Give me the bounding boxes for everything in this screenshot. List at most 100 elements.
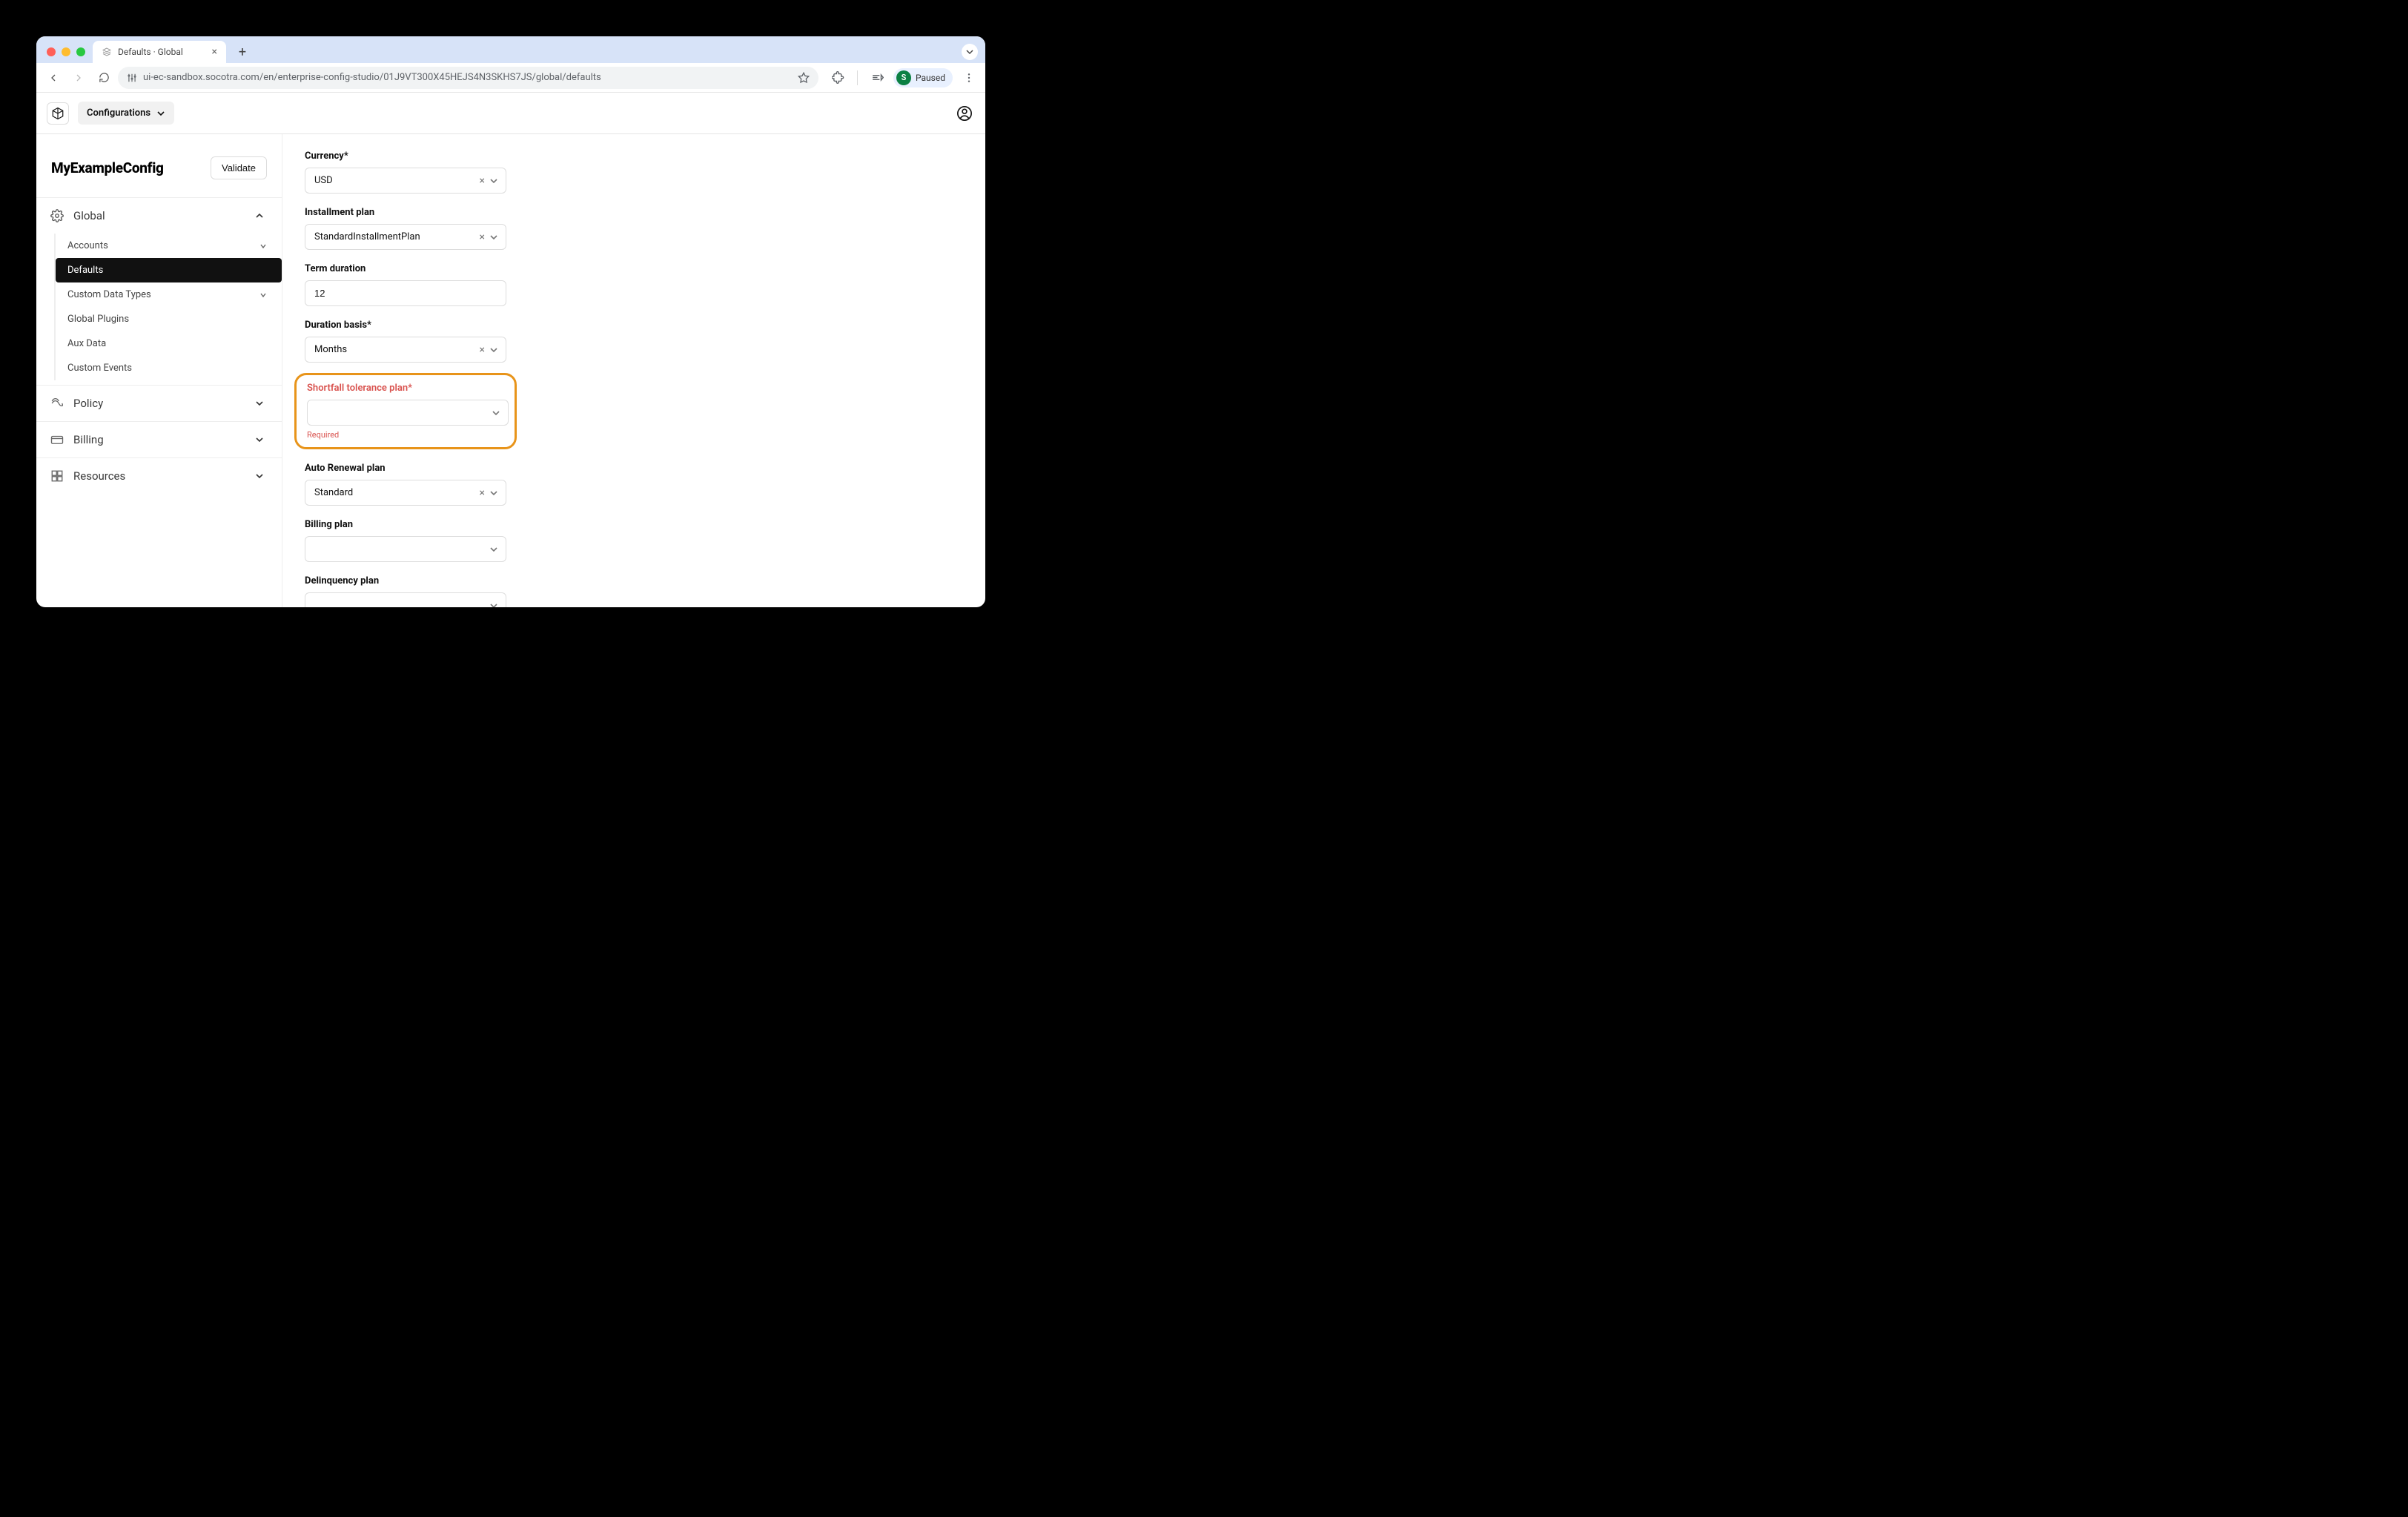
tabs-dropdown-icon[interactable] (962, 44, 978, 60)
global-label: Global (73, 209, 246, 222)
toolbar-right: S Paused (821, 67, 979, 88)
sidebar-header: MyExampleConfig Validate (36, 134, 282, 197)
sidebar-item-defaults[interactable]: Defaults (56, 258, 282, 282)
policy-icon (50, 396, 64, 411)
field-billing-plan: Billing plan (305, 519, 963, 562)
back-button[interactable] (42, 67, 64, 89)
maximize-window-icon[interactable] (76, 47, 85, 56)
sidebar-head-policy[interactable]: Policy (36, 386, 282, 421)
term-input[interactable] (314, 288, 500, 299)
sidebar: MyExampleConfig Validate Global (36, 134, 282, 607)
profile-label: Paused (916, 73, 945, 83)
chevron-down-icon (259, 242, 267, 250)
policy-label: Policy (73, 397, 246, 410)
shortfall-error: Required (307, 430, 504, 440)
browser-window: Defaults · Global × + ui-ec-sandb (36, 36, 985, 607)
billing-plan-select[interactable] (305, 536, 506, 562)
field-shortfall-highlight: Shortfall tolerance plan* Required (294, 373, 517, 449)
resources-icon (50, 469, 64, 483)
delinquency-label: Delinquency plan (305, 575, 963, 586)
divider (857, 70, 858, 85)
chevron-down-icon (488, 601, 500, 608)
validate-button[interactable]: Validate (211, 156, 267, 179)
billing-label: Billing (73, 433, 246, 446)
chevron-down-icon (488, 545, 500, 554)
minimize-window-icon[interactable] (62, 47, 70, 56)
forward-button[interactable] (67, 67, 90, 89)
clear-icon[interactable]: × (477, 487, 488, 499)
kebab-menu-icon[interactable] (959, 67, 979, 88)
currency-select[interactable]: USD × (305, 168, 506, 194)
term-label: Term duration (305, 263, 963, 274)
sidebar-item-aux-data[interactable]: Aux Data (56, 331, 282, 356)
sidebar-section-billing: Billing (36, 421, 282, 457)
configurations-dropdown[interactable]: Configurations (78, 102, 174, 125)
address-bar[interactable]: ui-ec-sandbox.socotra.com/en/enterprise-… (118, 67, 818, 89)
clear-icon[interactable]: × (477, 344, 488, 356)
chevron-up-icon (255, 211, 264, 220)
chevron-down-icon (156, 109, 165, 118)
user-profile-icon[interactable] (954, 103, 975, 124)
chevron-down-icon (255, 399, 264, 408)
delinquency-select[interactable] (305, 592, 506, 607)
chevron-down-icon (259, 291, 267, 299)
profile-chip[interactable]: S Paused (893, 68, 953, 87)
browser-chrome: Defaults · Global × + ui-ec-sandb (36, 36, 985, 93)
sidebar-section-resources: Resources (36, 457, 282, 494)
shortfall-label: Shortfall tolerance plan* (307, 383, 504, 394)
sidebar-item-accounts[interactable]: Accounts (56, 234, 282, 258)
form-column: Currency* USD × Installment plan Standar… (282, 134, 985, 578)
sidebar-item-custom-events[interactable]: Custom Events (56, 356, 282, 380)
sidebar-section-policy: Policy (36, 385, 282, 421)
shortfall-select[interactable] (307, 400, 509, 426)
global-subnav: Accounts Defaults Custom Data Types Glob… (36, 234, 282, 385)
reload-button[interactable] (93, 67, 115, 89)
sidebar-item-global-plugins[interactable]: Global Plugins (56, 307, 282, 331)
extensions-icon[interactable] (827, 67, 848, 88)
autorenewal-select[interactable]: Standard × (305, 480, 506, 506)
field-term-duration: Term duration (305, 263, 963, 306)
installment-value: StandardInstallmentPlan (314, 231, 477, 242)
autorenewal-label: Auto Renewal plan (305, 463, 963, 474)
site-settings-icon[interactable] (127, 73, 137, 83)
sidebar-head-billing[interactable]: Billing (36, 422, 282, 457)
field-installment-plan: Installment plan StandardInstallmentPlan… (305, 207, 963, 250)
media-control-icon[interactable] (867, 67, 887, 88)
tab-strip: Defaults · Global × + (36, 36, 985, 63)
duration-value: Months (314, 344, 477, 355)
browser-tab[interactable]: Defaults · Global × (93, 41, 226, 63)
sidebar-head-resources[interactable]: Resources (36, 458, 282, 494)
bookmark-icon[interactable] (798, 72, 810, 84)
sidebar-item-label: Global Plugins (67, 314, 129, 325)
tab-title: Defaults · Global (118, 47, 183, 57)
term-input-wrapper (305, 280, 506, 306)
sidebar-item-custom-data-types[interactable]: Custom Data Types (56, 282, 282, 307)
field-currency: Currency* USD × (305, 151, 963, 194)
sidebar-section-global: Global Accounts Defaults (36, 197, 282, 385)
gear-icon (50, 208, 64, 223)
chevron-down-icon (488, 176, 500, 185)
new-tab-button[interactable]: + (232, 42, 253, 62)
profile-avatar: S (896, 70, 911, 85)
installment-select[interactable]: StandardInstallmentPlan × (305, 224, 506, 250)
url-text: ui-ec-sandbox.socotra.com/en/enterprise-… (143, 72, 601, 83)
app-logo-icon[interactable] (47, 102, 69, 125)
config-title: MyExampleConfig (51, 159, 164, 176)
main-content: Currency* USD × Installment plan Standar… (282, 134, 985, 607)
clear-icon[interactable]: × (477, 231, 488, 243)
autorenewal-value: Standard (314, 487, 477, 498)
chevron-down-icon (255, 472, 264, 480)
close-window-icon[interactable] (47, 47, 56, 56)
sidebar-item-label: Custom Data Types (67, 289, 151, 300)
address-row: ui-ec-sandbox.socotra.com/en/enterprise-… (36, 63, 985, 93)
sidebar-head-global[interactable]: Global (36, 198, 282, 234)
field-delinquency-plan: Delinquency plan (305, 575, 963, 607)
field-auto-renewal: Auto Renewal plan Standard × (305, 463, 963, 506)
tab-close-icon[interactable]: × (212, 46, 217, 58)
app-body: MyExampleConfig Validate Global (36, 134, 985, 607)
duration-select[interactable]: Months × (305, 337, 506, 363)
chevron-down-icon (488, 346, 500, 354)
clear-icon[interactable]: × (477, 175, 488, 187)
sidebar-item-label: Defaults (67, 265, 103, 276)
window-controls (44, 47, 93, 56)
